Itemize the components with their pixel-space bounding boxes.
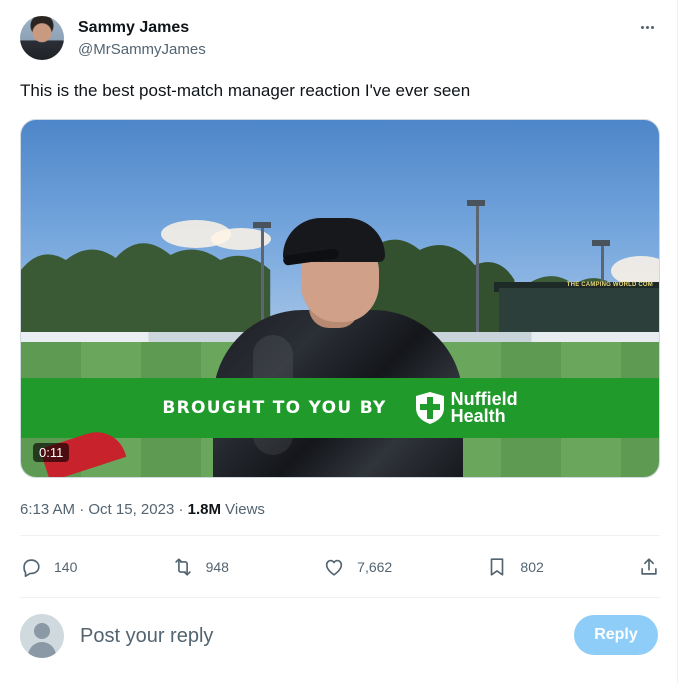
sponsor-line-2: Health [450, 406, 506, 426]
tweet-time[interactable]: 6:13 AM [20, 501, 75, 518]
tweet-date[interactable]: Oct 15, 2023 [88, 501, 174, 518]
floodlight-head [467, 200, 485, 206]
bookmark-count: 802 [520, 559, 544, 575]
tweet-detail: Sammy James @MrSammyJames This is the be… [0, 0, 678, 683]
meta-separator: · [174, 501, 188, 518]
grandstand [499, 288, 659, 334]
repost-icon [174, 558, 191, 576]
like-count: 7,662 [357, 559, 393, 575]
video-player[interactable]: THE CAMPING WORLD COM BROUGHT TO YOU BY … [20, 119, 660, 478]
reply-count: 140 [54, 559, 78, 575]
tweet-text: This is the best post-match manager reac… [20, 81, 471, 100]
nuffield-health-wordmark: Nuffield Health [450, 390, 518, 426]
tweet-actions: 140 948 7,662 802 [20, 547, 660, 587]
floodlight [476, 204, 479, 334]
sponsor-banner-text: BROUGHT TO YOU BY [162, 398, 387, 418]
author-info: Sammy James @MrSammyJames [78, 16, 206, 60]
more-options-icon[interactable] [636, 18, 658, 36]
sponsor-banner: BROUGHT TO YOU BY Nuffield Health [21, 378, 659, 438]
bookmark-icon [491, 558, 504, 576]
divider [20, 535, 660, 536]
share-icon [641, 558, 657, 575]
reply-icon [23, 559, 40, 577]
repost-count: 948 [205, 559, 229, 575]
tweet-header: Sammy James @MrSammyJames [20, 16, 660, 64]
current-user-avatar[interactable] [20, 614, 64, 658]
repost-action[interactable]: 948 [172, 556, 229, 578]
views-label: Views [221, 501, 265, 518]
video-duration: 0:11 [33, 443, 70, 462]
views-count: 1.8M [187, 501, 221, 518]
author-avatar[interactable] [20, 16, 64, 60]
floodlight-head [592, 240, 610, 246]
reply-button[interactable]: Reply [574, 615, 658, 655]
author-display-name[interactable]: Sammy James [78, 18, 206, 38]
bookmark-action[interactable]: 802 [486, 556, 544, 578]
shield-cross-icon [415, 392, 444, 424]
nuffield-health-logo: Nuffield Health [415, 390, 518, 426]
reply-action[interactable]: 140 [20, 556, 77, 578]
author-handle[interactable]: @MrSammyJames [78, 40, 206, 60]
share-action[interactable] [638, 556, 660, 578]
tweet-meta: 6:13 AM · Oct 15, 2023 · 1.8M Views [20, 500, 265, 520]
meta-separator: · [75, 501, 89, 518]
reply-input[interactable] [80, 622, 540, 650]
like-action[interactable]: 7,662 [323, 556, 392, 578]
reply-composer: Reply [20, 610, 660, 662]
like-icon [325, 559, 343, 576]
stand-sign: THE CAMPING WORLD COM [566, 282, 653, 288]
divider [20, 597, 660, 598]
